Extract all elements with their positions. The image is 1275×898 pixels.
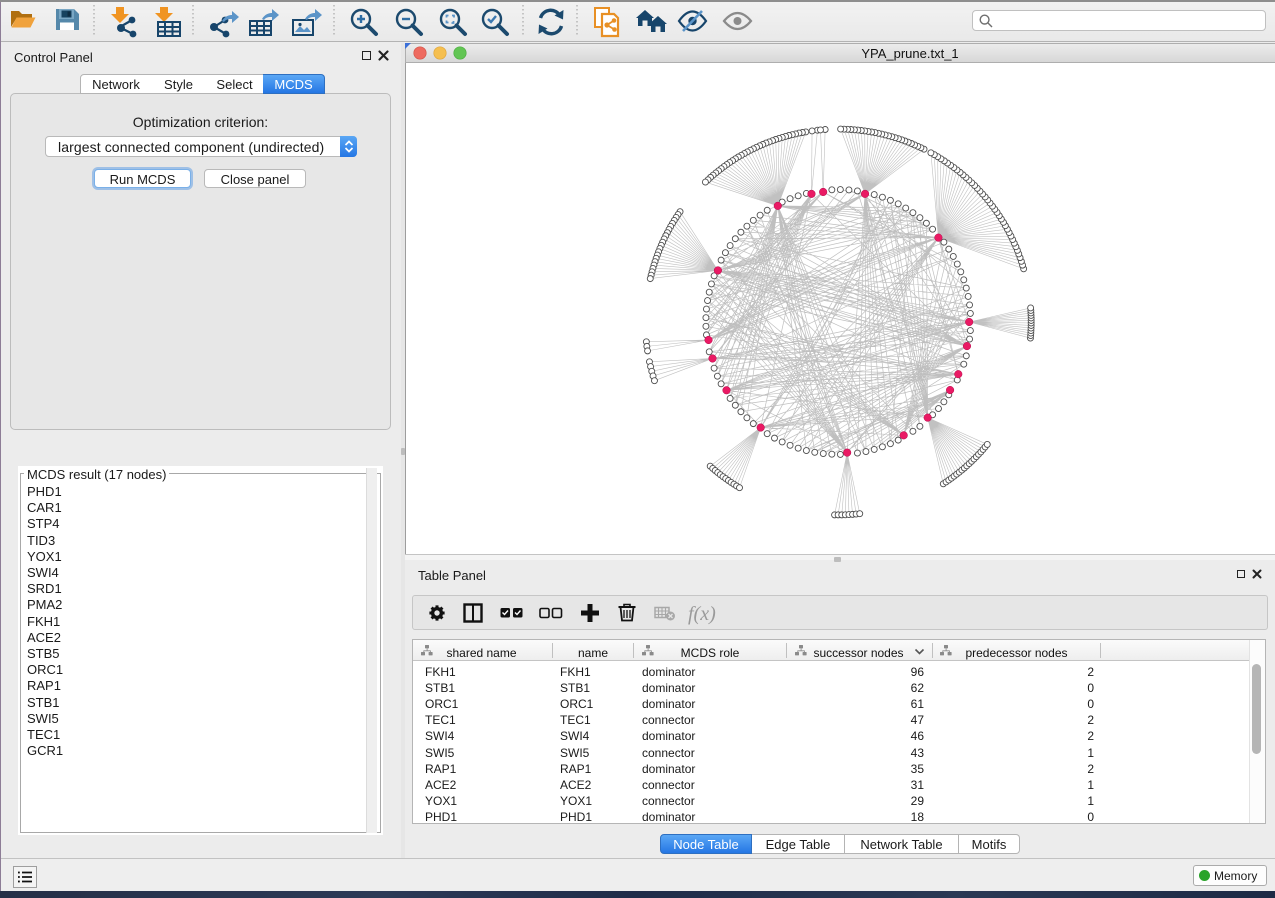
- svg-text:f(x): f(x): [688, 603, 716, 625]
